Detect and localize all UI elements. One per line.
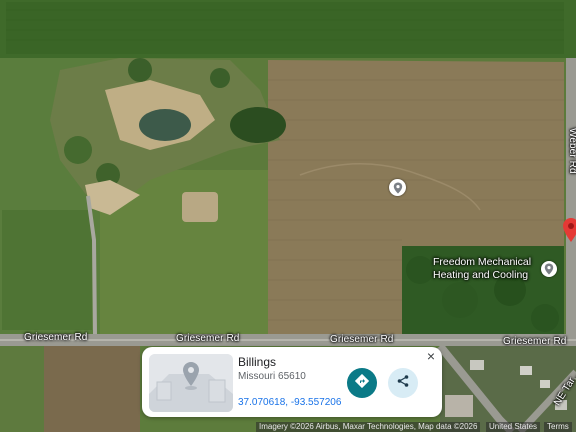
location-pin-icon[interactable]	[389, 179, 406, 196]
place-coordinates[interactable]: 37.070618, -93.557206	[238, 397, 341, 408]
directions-button[interactable]	[347, 368, 377, 398]
weber-road	[566, 58, 576, 334]
pond	[139, 109, 191, 141]
country-label: United States	[486, 422, 541, 432]
road-label-griesemer: Griesemer Rd	[503, 336, 567, 347]
poi-label[interactable]: Freedom Mechanical Heating and Cooling	[433, 256, 531, 282]
street-view-thumbnail[interactable]	[149, 354, 233, 412]
share-icon	[396, 374, 410, 393]
road-label-weber: Weber Rd	[567, 128, 576, 174]
directions-icon	[354, 373, 370, 393]
poi-name-line1: Freedom Mechanical	[433, 256, 532, 268]
attribution-bar: Imagery ©2026 Airbus, Maxar Technologies…	[0, 422, 576, 432]
road-label-griesemer: Griesemer Rd	[24, 332, 88, 343]
poi-name-line2: Heating and Cooling	[433, 269, 529, 281]
location-pin-icon[interactable]	[541, 261, 557, 277]
share-button[interactable]	[388, 368, 418, 398]
imagery-attribution: Imagery ©2026 Airbus, Maxar Technologies…	[256, 422, 481, 432]
place-subtitle: Missouri 65610	[238, 371, 306, 382]
close-button[interactable]: ×	[425, 349, 437, 363]
place-info-card[interactable]: Billings Missouri 65610 37.070618, -93.5…	[142, 347, 442, 417]
terms-link[interactable]: Terms	[544, 422, 572, 432]
road-label-griesemer: Griesemer Rd	[330, 334, 394, 345]
dropped-pin-icon[interactable]	[563, 218, 576, 251]
place-title: Billings	[238, 355, 277, 369]
dirt-pad	[182, 192, 218, 222]
road-label-griesemer: Griesemer Rd	[176, 333, 240, 344]
